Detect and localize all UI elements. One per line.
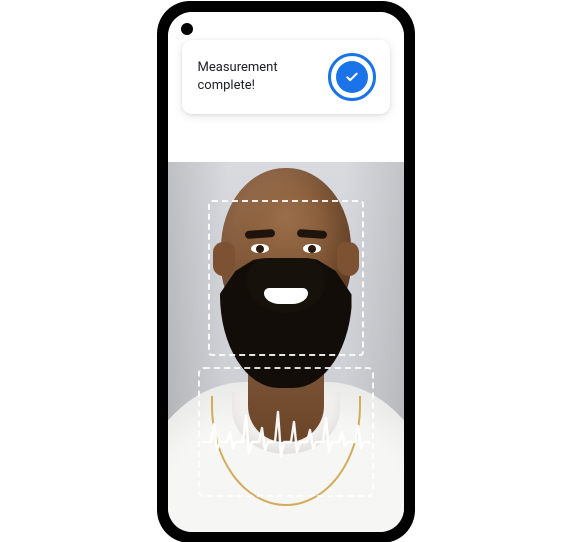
status-area: Measurement complete!	[168, 12, 404, 162]
phone-device-frame: Measurement complete!	[158, 2, 414, 542]
success-badge	[328, 53, 376, 101]
measurement-status-text: Measurement complete!	[198, 59, 318, 94]
front-camera-punch-hole	[181, 23, 193, 35]
measurement-status-card: Measurement complete!	[182, 40, 390, 114]
status-line-1: Measurement	[198, 59, 318, 77]
status-line-2: complete!	[198, 77, 318, 95]
pulse-waveform-icon	[201, 402, 371, 462]
camera-preview	[168, 162, 404, 532]
phone-screen: Measurement complete!	[168, 12, 404, 532]
face-guide-overlay	[208, 200, 364, 356]
check-circle-icon	[336, 61, 368, 93]
respiration-guide-overlay	[198, 367, 374, 497]
